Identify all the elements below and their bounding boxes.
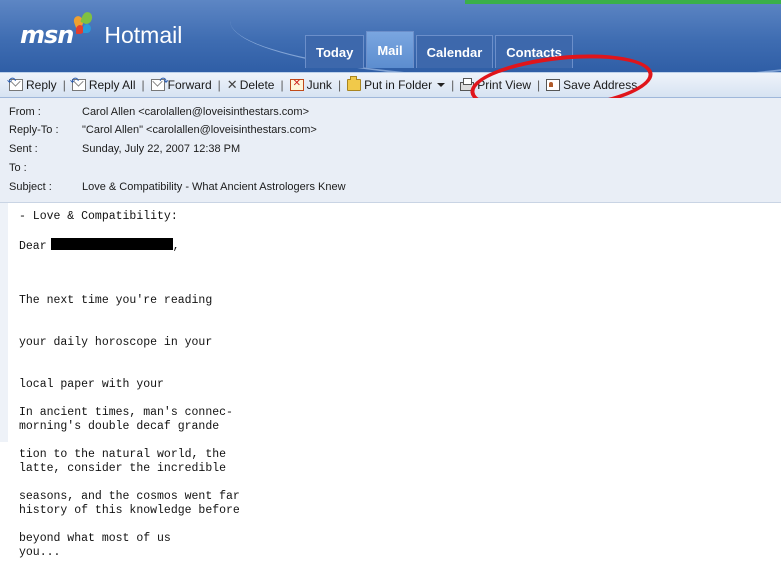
msn-hotmail-logo[interactable]: msn Hotmail xyxy=(20,10,183,49)
to-label: To : xyxy=(9,162,27,174)
tab-calendar[interactable]: Calendar xyxy=(415,35,494,68)
tab-mail[interactable]: Mail xyxy=(366,31,414,68)
print-view-button[interactable]: Print View xyxy=(460,74,531,96)
junk-icon xyxy=(289,78,304,91)
reply-icon xyxy=(7,75,23,91)
hotmail-wordmark: Hotmail xyxy=(104,22,183,48)
from-row: From : Carol Allen <carolallen@loveisint… xyxy=(0,103,781,121)
app-header: msn Hotmail Today Mail Calendar Contacts xyxy=(0,0,781,72)
body-line: seasons, and the cosmos went far xyxy=(19,490,240,503)
msn-wordmark: msn xyxy=(20,21,74,49)
reply-to-label: Reply-To : xyxy=(9,124,59,136)
body-line: The next time you're reading xyxy=(19,294,213,307)
tab-contacts[interactable]: Contacts xyxy=(495,35,573,68)
put-in-folder-button[interactable]: Put in Folder xyxy=(347,74,446,96)
greeting-word: Dear xyxy=(19,240,47,253)
save-address-button[interactable]: Save Address xyxy=(546,74,637,96)
reply-label: Reply xyxy=(26,78,57,92)
delete-icon xyxy=(227,79,237,91)
sent-value: Sunday, July 22, 2007 12:38 PM xyxy=(82,143,241,155)
body-line: beyond what most of us xyxy=(19,532,171,545)
reply-to-value[interactable]: "Carol Allen" <carolallen@loveisinthesta… xyxy=(82,124,317,136)
main-nav-tabs: Today Mail Calendar Contacts xyxy=(305,17,575,72)
tab-today[interactable]: Today xyxy=(305,35,365,68)
msn-butterfly-icon xyxy=(72,10,96,38)
sent-row: Sent : Sunday, July 22, 2007 12:38 PM xyxy=(0,140,781,158)
forward-button[interactable]: Forward xyxy=(150,74,212,96)
forward-label: Forward xyxy=(167,78,212,92)
toolbar-separator: | xyxy=(141,78,145,92)
reply-all-icon xyxy=(70,75,86,91)
body-paragraph-2: In ancient times, man's connec- tion to … xyxy=(19,378,240,574)
body-line: tion to the natural world, the xyxy=(19,448,227,461)
junk-label: Junk xyxy=(306,78,332,92)
save-address-label: Save Address xyxy=(563,78,638,92)
subject-row: Subject : Love & Compatibility - What An… xyxy=(0,178,781,196)
redacted-name xyxy=(50,238,173,250)
body-line: In ancient times, man's connec- xyxy=(19,406,233,419)
to-row: To : xyxy=(0,159,781,177)
reply-button[interactable]: Reply xyxy=(7,74,57,96)
toolbar-separator: | xyxy=(451,78,455,92)
printer-icon xyxy=(460,78,475,91)
toolbar-separator: | xyxy=(337,78,342,92)
toolbar-separator: | xyxy=(280,78,284,92)
toolbar-separator: | xyxy=(217,78,221,92)
address-card-icon xyxy=(546,79,561,91)
body-greeting-line: Dear, xyxy=(19,238,180,254)
body-heading: - Love & Compatibility: xyxy=(19,210,178,223)
toolbar-separator: | xyxy=(62,78,66,92)
chevron-down-icon xyxy=(437,83,446,87)
junk-button[interactable]: Junk xyxy=(289,74,332,96)
reply-all-label: Reply All xyxy=(88,78,136,92)
delete-label: Delete xyxy=(239,78,275,92)
print-view-label: Print View xyxy=(477,78,532,92)
message-header: From : Carol Allen <carolallen@loveisint… xyxy=(0,98,781,203)
forward-icon xyxy=(150,75,169,91)
subject-label: Subject : xyxy=(9,181,52,193)
from-value[interactable]: Carol Allen <carolallen@loveisinthestars… xyxy=(82,106,309,118)
reply-all-button[interactable]: Reply All xyxy=(70,74,136,96)
sent-label: Sent : xyxy=(9,143,38,155)
message-toolbar: Reply | Reply All | Forward | Delete | J… xyxy=(0,72,781,98)
delete-button[interactable]: Delete xyxy=(227,74,275,96)
message-body: - Love & Compatibility: Dear, The next t… xyxy=(8,203,781,559)
reply-to-row: Reply-To : "Carol Allen" <carolallen@lov… xyxy=(0,121,781,139)
toolbar-separator: | xyxy=(537,78,541,92)
from-label: From : xyxy=(9,106,41,118)
message-body-pane: - Love & Compatibility: Dear, The next t… xyxy=(0,203,781,559)
subject-value: Love & Compatibility - What Ancient Astr… xyxy=(82,181,346,193)
put-in-folder-label: Put in Folder xyxy=(364,78,433,92)
body-line: your daily horoscope in your xyxy=(19,336,213,349)
greeting-tail: , xyxy=(172,240,180,253)
folder-icon xyxy=(347,76,362,91)
